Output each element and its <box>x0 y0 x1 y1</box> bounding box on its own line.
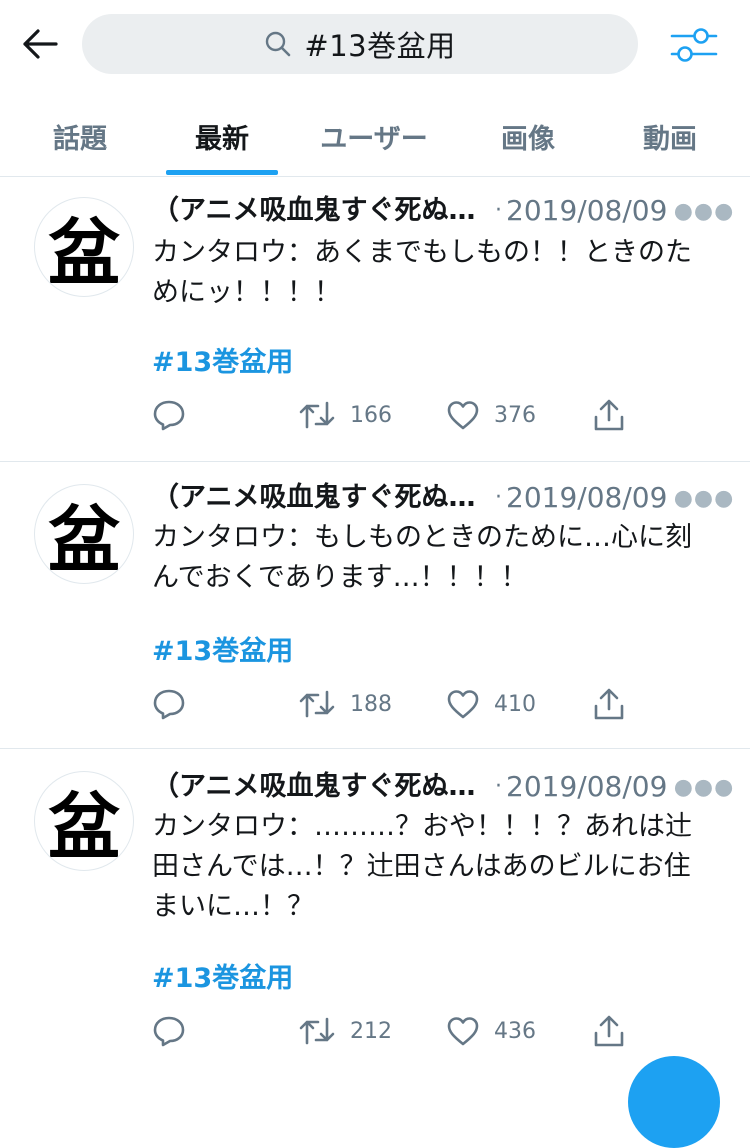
avatar[interactable]: 盆 <box>34 771 134 871</box>
reply-button[interactable] <box>152 395 186 435</box>
tweet[interactable]: 盆 （アニメ吸血鬼すぐ死ぬ二期決定 · 2019/08/09 ●●● カンタロウ… <box>0 749 750 1072</box>
back-button[interactable] <box>18 22 62 66</box>
tweet-actions: 212 436 <box>152 1011 724 1051</box>
avatar[interactable]: 盆 <box>34 484 134 584</box>
share-button[interactable] <box>592 395 626 435</box>
avatar-bon-logo-icon: 盆 <box>48 498 120 582</box>
tab-latest[interactable]: 最新 <box>162 96 282 176</box>
retweet-icon <box>299 401 335 429</box>
retweet-button[interactable]: 166 <box>298 395 392 435</box>
tweet-date[interactable]: 2019/08/09 <box>506 478 667 518</box>
more-options-button[interactable]: ●●● <box>674 191 734 231</box>
search-input[interactable]: #13巻盆用 <box>82 14 638 74</box>
like-button[interactable]: 410 <box>446 684 536 724</box>
reply-button[interactable] <box>152 684 186 724</box>
search-filter-button[interactable] <box>668 20 720 70</box>
retweet-button[interactable]: 188 <box>298 684 392 724</box>
retweet-count: 188 <box>350 691 392 717</box>
share-icon <box>594 399 624 431</box>
tab-photos[interactable]: 画像 <box>468 96 588 176</box>
tweet-actions: 188 410 <box>152 684 724 724</box>
separator-dot: · <box>495 198 502 223</box>
heart-icon <box>447 690 479 719</box>
author-name[interactable]: （アニメ吸血鬼すぐ死ぬ二期決定 <box>152 767 490 807</box>
active-tab-indicator <box>166 170 278 175</box>
heart-icon <box>447 1017 479 1046</box>
hashtag-link[interactable]: #13巻盆用 <box>152 343 293 383</box>
sliders-icon <box>670 28 718 62</box>
compose-tweet-button[interactable] <box>628 1056 720 1148</box>
hashtag-link[interactable]: #13巻盆用 <box>152 632 293 672</box>
retweet-icon <box>299 1017 335 1045</box>
separator-dot: · <box>495 485 502 510</box>
like-button[interactable]: 376 <box>446 395 536 435</box>
retweet-icon <box>299 690 335 718</box>
like-button[interactable]: 436 <box>446 1011 536 1051</box>
tab-videos[interactable]: 動画 <box>610 96 730 176</box>
separator-dot: · <box>495 774 502 799</box>
tweet[interactable]: 盆 （アニメ吸血鬼すぐ死ぬ二期決定 · 2019/08/09 ●●● カンタロウ… <box>0 177 750 462</box>
author-name[interactable]: （アニメ吸血鬼すぐ死ぬ二期決定 <box>152 191 490 231</box>
share-button[interactable] <box>592 1011 626 1051</box>
search-query: #13巻盆用 <box>304 29 456 63</box>
more-options-button[interactable]: ●●● <box>674 767 734 807</box>
like-count: 436 <box>494 1018 536 1044</box>
tab-people[interactable]: ユーザー <box>304 96 444 176</box>
svg-text:盆: 盆 <box>48 498 120 582</box>
tweet-actions: 166 376 <box>152 395 724 435</box>
retweet-count: 166 <box>350 402 392 428</box>
share-icon <box>594 1015 624 1047</box>
tab-top[interactable]: 話題 <box>20 96 140 176</box>
retweet-count: 212 <box>350 1018 392 1044</box>
tweet-date[interactable]: 2019/08/09 <box>506 191 667 231</box>
retweet-button[interactable]: 212 <box>298 1011 392 1051</box>
tweet-text: カンタロウ：もしものときのために…心に刻 んでおくであります…！！！！ <box>152 522 692 593</box>
avatar-bon-logo-icon: 盆 <box>48 211 120 295</box>
tweet-date[interactable]: 2019/08/09 <box>506 767 667 807</box>
reply-icon <box>153 1016 185 1047</box>
tweet-text: カンタロウ：あくまでもしもの！！ときのた めにッ！！！！ <box>152 237 692 308</box>
search-header: #13巻盆用 話題 最新 ユーザー 画像 動画 <box>0 0 750 177</box>
avatar-bon-logo-icon: 盆 <box>48 785 120 869</box>
author-name[interactable]: （アニメ吸血鬼すぐ死ぬ二期決定 <box>152 478 490 518</box>
svg-text:盆: 盆 <box>48 211 120 295</box>
search-icon <box>264 29 294 59</box>
like-count: 410 <box>494 691 536 717</box>
reply-button[interactable] <box>152 1011 186 1051</box>
share-icon <box>594 688 624 720</box>
svg-text:盆: 盆 <box>48 785 120 869</box>
avatar[interactable]: 盆 <box>34 197 134 297</box>
tweet[interactable]: 盆 （アニメ吸血鬼すぐ死ぬ二期決定 · 2019/08/09 ●●● カンタロウ… <box>0 462 750 749</box>
reply-icon <box>153 689 185 720</box>
hashtag-link[interactable]: #13巻盆用 <box>152 959 293 999</box>
back-arrow-icon <box>23 29 58 59</box>
like-count: 376 <box>494 402 536 428</box>
share-button[interactable] <box>592 684 626 724</box>
heart-icon <box>447 401 479 430</box>
search-tabs: 話題 最新 ユーザー 画像 動画 <box>0 96 750 177</box>
more-options-button[interactable]: ●●● <box>674 478 734 518</box>
tweet-text: カンタロウ：………？おや！！！？あれは辻 田さんでは…！？辻田さんはあのビルにお… <box>152 811 692 922</box>
reply-icon <box>153 400 185 431</box>
